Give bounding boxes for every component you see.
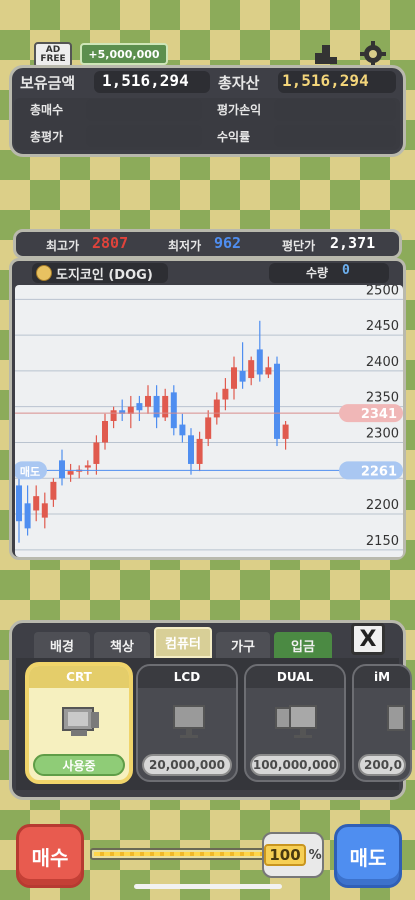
candlestick-chart: 250024502400235023002250220021502341매도22… [15,285,403,557]
return-label: 수익률 [217,130,251,144]
item-lcd[interactable]: LCD 20,000,000 [136,664,238,782]
reward-button[interactable]: +5,000,000 [80,43,168,65]
tab-computer[interactable]: 컴퓨터 [154,627,212,658]
candle-body [162,395,169,418]
candle-body [145,395,151,407]
current-price-label: 2341 [361,407,397,422]
candle-body [196,438,203,464]
low-value: 962 [214,234,242,252]
item-crt[interactable]: CRT 사용중 [25,662,133,784]
candle-body [93,442,100,464]
high-label: 최고가 [46,239,80,253]
eval-total-label: 총평가 [30,130,64,144]
percent-value: 100 [264,844,306,866]
high-value: 2807 [92,234,129,252]
y-tick-label: 2400 [366,355,399,370]
item-dual-title: DUAL [246,666,344,688]
candle-body [67,471,74,475]
qty-label: 수량 [306,266,329,280]
candle-body [213,399,220,418]
settings-gear-icon[interactable] [358,40,388,68]
item-lcd-title: LCD [138,666,236,688]
close-button[interactable]: X [351,623,385,655]
candle-body [282,424,289,439]
buy-button[interactable]: 매수 [16,824,84,888]
y-tick-label: 2500 [366,285,399,298]
candle-body [33,496,40,511]
asset-panel: 보유금액 1,516,294 총자산 1,516,294 총매수 평가손익 총평… [9,65,406,157]
cash-label: 보유금액 [20,74,76,92]
item-lcd-price: 20,000,000 [142,754,232,776]
buy-total-box [86,99,202,121]
candle-body [222,388,229,400]
item-dual-price: 100,000,000 [250,754,340,776]
sell-price-value: 2261 [361,464,397,479]
low-label: 최저가 [168,239,202,253]
price-stats-bar: 최고가 2807 최저가 962 평단가 2,371 [13,229,402,259]
qty-box [269,263,389,283]
ranking-icon[interactable] [312,41,340,67]
tab-furniture[interactable]: 가구 [216,632,270,658]
eval-pl-label: 평가손익 [217,103,262,117]
avg-value: 2,371 [330,234,376,252]
assets-value: 1,516,294 [282,71,369,90]
qty-value: 0 [342,263,350,278]
y-tick-label: 2350 [366,391,399,406]
assets-label: 총자산 [218,74,260,92]
item-imac-price: 200,0 [358,754,406,776]
y-tick-label: 2300 [366,426,399,441]
candle-body [59,460,65,479]
percent-sign: % [308,847,322,863]
sell-line-label: 매도 [20,464,40,478]
candle-body [248,360,255,379]
percent-handle[interactable]: 100 % [262,832,324,878]
ad-free-label: AD FREE [40,45,66,64]
amount-slider-fill [94,852,290,856]
y-tick-label: 2200 [366,498,399,513]
candle-body [84,465,91,468]
item-imac-title: iM [354,666,410,688]
cash-value: 1,516,294 [102,71,189,90]
candle-body [136,403,143,411]
buy-total-label: 총매수 [30,103,64,117]
candle-body [153,395,160,418]
crt-monitor-icon [61,704,101,744]
candle-body [41,503,48,518]
candle-body [265,367,272,375]
candle-body [274,363,280,439]
candle-body [179,424,186,436]
eval-total-box [86,125,202,147]
y-tick-label: 2450 [366,319,399,334]
item-imac[interactable]: iM 200,0 [352,664,412,782]
home-indicator [134,884,282,889]
sell-button[interactable]: 매도 [334,824,402,888]
avg-label: 평단가 [282,239,316,253]
lcd-monitor-icon [172,704,206,744]
item-crt-status: 사용중 [33,754,125,776]
y-tick-label: 2150 [366,534,399,549]
coin-name: 도지코인 (DOG) [56,268,153,283]
dual-monitor-icon [274,704,318,744]
candle-body [205,417,212,439]
item-dual[interactable]: DUAL 100,000,000 [244,664,346,782]
reward-amount: +5,000,000 [88,47,160,61]
item-crt-title: CRT [29,666,129,688]
candle-body [102,421,108,443]
candle-body [24,503,31,529]
candle-body [170,392,177,429]
candle-body [256,349,263,375]
tab-background[interactable]: 배경 [34,632,90,658]
candle-body [50,481,57,500]
candle-body [239,370,246,382]
eval-pl-box [274,99,396,121]
tab-deposit[interactable]: 입금 [274,632,332,658]
candle-body [16,485,22,522]
tab-desk[interactable]: 책상 [94,632,150,658]
candle-body [231,367,237,389]
candle-body [110,410,117,421]
coin-icon [36,265,52,281]
imac-icon [386,704,406,744]
return-box [274,125,396,147]
candle-body [188,435,194,464]
